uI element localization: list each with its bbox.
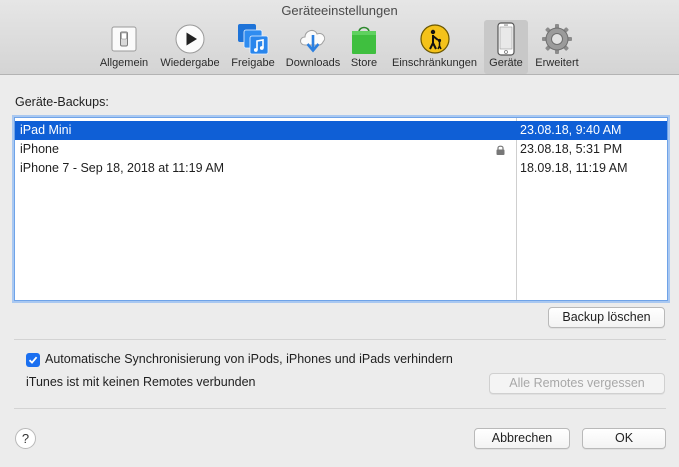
tab-erweitert[interactable]: Erweitert (531, 20, 583, 74)
window-title: Geräteeinstellungen (281, 3, 398, 18)
tab-einschraenkungen[interactable]: Einschränkungen (388, 20, 481, 74)
backup-name: iPhone (20, 142, 59, 156)
play-icon (173, 22, 207, 56)
tab-downloads-label: Downloads (285, 57, 341, 69)
tab-geraete-label: Geräte (489, 57, 523, 69)
divider (14, 408, 666, 409)
tab-freigabe-label: Freigabe (231, 57, 275, 69)
checkmark-icon (28, 356, 38, 364)
store-bag-icon (347, 22, 381, 56)
iphone-icon (489, 22, 523, 56)
switch-icon (107, 22, 141, 56)
parental-icon (418, 22, 452, 56)
ok-button[interactable]: OK (582, 428, 666, 449)
tab-freigabe[interactable]: Freigabe (227, 20, 279, 74)
cloud-download-icon (296, 22, 330, 56)
sharing-icon (236, 22, 270, 56)
help-button[interactable]: ? (15, 428, 36, 449)
tab-downloads[interactable]: Downloads (283, 20, 343, 74)
tab-allgemein[interactable]: Allgemein (96, 20, 152, 74)
tab-allgemein-label: Allgemein (99, 57, 149, 69)
table-row[interactable]: iPhone 7 - Sep 18, 2018 at 11:19 AM 18.0… (15, 159, 667, 178)
divider (14, 339, 666, 340)
backup-name: iPad Mini (20, 123, 72, 137)
remotes-status: iTunes ist mit keinen Remotes verbunden (26, 375, 256, 389)
tab-store[interactable]: Store (347, 20, 381, 74)
table-row[interactable]: iPhone 23.08.18, 5:31 PM (15, 140, 667, 159)
prevent-sync-checkbox[interactable] (26, 353, 40, 367)
cancel-button[interactable]: Abbrechen (474, 428, 570, 449)
backup-table[interactable]: iPad Mini 23.08.18, 9:40 AM iPhone 23.08… (14, 117, 668, 301)
tab-geraete[interactable]: Geräte (484, 20, 528, 74)
forget-remotes-button[interactable]: Alle Remotes vergessen (489, 373, 665, 394)
backup-date: 18.09.18, 11:19 AM (520, 161, 628, 175)
tab-erweitert-label: Erweitert (535, 57, 579, 69)
tab-store-label: Store (350, 57, 378, 69)
prevent-sync-label[interactable]: Automatische Synchronisierung von iPods,… (45, 352, 453, 366)
tab-wiedergabe-label: Wiedergabe (160, 57, 220, 69)
delete-backup-button[interactable]: Backup löschen (548, 307, 665, 328)
backup-name: iPhone 7 - Sep 18, 2018 at 11:19 AM (20, 161, 225, 175)
backups-heading: Geräte-Backups: (15, 95, 109, 109)
backup-date: 23.08.18, 9:40 AM (520, 123, 622, 137)
toolbar: Geräteeinstellungen Allgemein Wiedergabe (0, 0, 679, 75)
tab-einschraenkungen-label: Einschränkungen (391, 57, 477, 69)
table-row[interactable]: iPad Mini 23.08.18, 9:40 AM (15, 121, 667, 140)
backup-date: 23.08.18, 5:31 PM (520, 142, 623, 156)
gear-icon (540, 22, 574, 56)
lock-icon (496, 145, 505, 155)
tab-wiedergabe[interactable]: Wiedergabe (157, 20, 223, 74)
